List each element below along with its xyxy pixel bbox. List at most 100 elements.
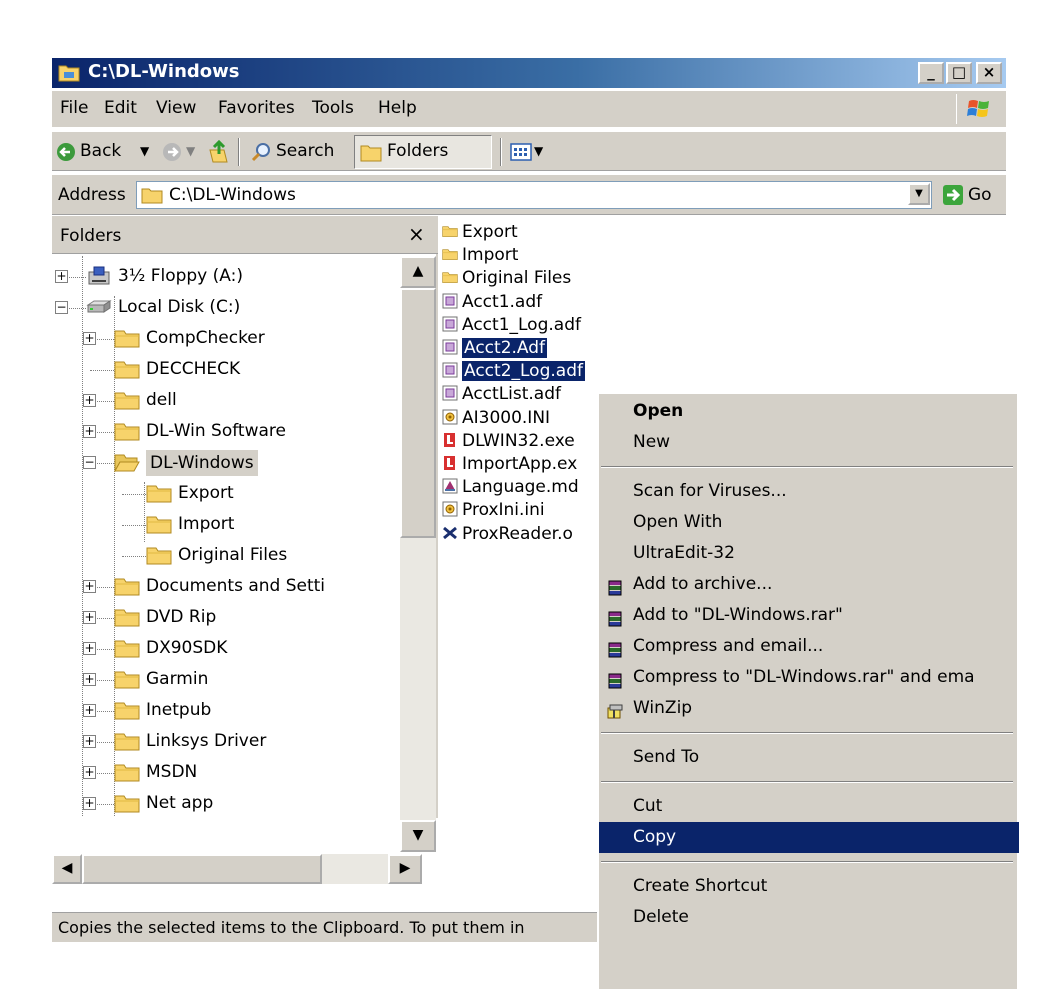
expand-icon[interactable]: + [83, 797, 96, 810]
file-name: Original Files [462, 268, 572, 289]
collapse-icon[interactable]: − [55, 301, 68, 314]
file-item[interactable]: AI3000.INI [442, 408, 550, 431]
menu-item-add-to-dl-windows-rar[interactable]: Add to "DL-Windows.rar" [599, 600, 1019, 631]
tree-item[interactable]: + dell [52, 386, 400, 417]
expand-icon[interactable]: + [83, 704, 96, 717]
file-item[interactable]: Acct2.Adf [442, 338, 548, 361]
back-dropdown-arrow-icon[interactable]: ▼ [140, 144, 149, 158]
forward-arrow-icon[interactable] [162, 142, 182, 162]
menu-item-winzip[interactable]: WinZip [599, 693, 1019, 724]
tree-vertical-scrollbar[interactable]: ▲ ▼ [400, 256, 436, 852]
expand-icon[interactable]: + [83, 394, 96, 407]
expand-icon[interactable]: + [83, 642, 96, 655]
menu-item-label: Add to archive... [633, 574, 773, 594]
go-arrow-icon[interactable] [942, 184, 964, 206]
menu-item-ultraedit-32[interactable]: UltraEdit-32 [599, 538, 1019, 569]
menu-view[interactable]: View [156, 98, 196, 118]
file-item[interactable]: Acct2_Log.adf [442, 361, 585, 384]
menu-item-send-to[interactable]: Send To [599, 742, 1019, 773]
tree-item[interactable]: + Inetpub [52, 696, 400, 727]
go-button[interactable]: Go [968, 185, 992, 205]
menu-item-scan-for-viruses[interactable]: Scan for Viruses... [599, 476, 1019, 507]
folder-icon [114, 576, 140, 596]
tree-item[interactable]: +3½ Floppy (A:) [52, 262, 400, 293]
tree-item[interactable]: + Net app [52, 789, 400, 818]
expand-icon[interactable]: + [83, 766, 96, 779]
menu-item-copy[interactable]: Copy [599, 822, 1019, 853]
tree-item-label: 3½ Floppy (A:) [118, 266, 243, 286]
address-input[interactable]: C:\DL-Windows ▼ [136, 181, 932, 209]
file-item[interactable]: Import [442, 245, 518, 268]
collapse-icon[interactable]: − [83, 456, 96, 469]
tree-item[interactable]: Export [52, 479, 400, 510]
close-button[interactable]: × [976, 62, 1002, 84]
scroll-thumb-horizontal[interactable] [82, 854, 322, 884]
menu-item-open-with[interactable]: Open With [599, 507, 1019, 538]
tree-item[interactable]: + CompChecker [52, 324, 400, 355]
expand-icon[interactable]: + [55, 270, 68, 283]
folders-button[interactable]: Folders [354, 135, 492, 169]
scroll-left-arrow-icon[interactable]: ◀ [52, 854, 82, 884]
views-icon[interactable] [510, 142, 532, 162]
file-item[interactable]: DLWIN32.exe [442, 431, 575, 454]
tree-horizontal-scrollbar[interactable]: ◀ ▶ [52, 854, 422, 884]
menu-edit[interactable]: Edit [104, 98, 137, 118]
file-item[interactable]: AcctList.adf [442, 384, 561, 407]
folder-icon [114, 607, 140, 627]
menu-favorites[interactable]: Favorites [218, 98, 295, 118]
expand-icon[interactable]: + [83, 735, 96, 748]
file-name: ProxReader.o [462, 523, 573, 544]
file-item[interactable]: Original Files [442, 268, 571, 291]
address-dropdown-button[interactable]: ▼ [908, 183, 930, 205]
tree-item[interactable]: + Documents and Setti [52, 572, 400, 603]
menu-item-compress-to-dl-windows-rar-and-ema[interactable]: Compress to "DL-Windows.rar" and ema [599, 662, 1019, 693]
expand-icon[interactable]: + [83, 611, 96, 624]
minimize-button[interactable]: _ [918, 62, 944, 84]
tree-item[interactable]: Import [52, 510, 400, 541]
search-button[interactable]: Search [276, 141, 334, 161]
file-item[interactable]: Acct1_Log.adf [442, 315, 581, 338]
menu-help[interactable]: Help [378, 98, 417, 118]
back-button[interactable]: Back [80, 141, 121, 161]
menu-item-create-shortcut[interactable]: Create Shortcut [599, 871, 1019, 902]
forward-dropdown-arrow-icon[interactable]: ▼ [186, 144, 195, 158]
file-item[interactable]: Acct1.adf [442, 292, 542, 315]
menu-item-add-to-archive[interactable]: Add to archive... [599, 569, 1019, 600]
menu-tools[interactable]: Tools [312, 98, 354, 118]
tree-item[interactable]: − DL-Windows [52, 448, 400, 479]
menu-item-delete[interactable]: Delete [599, 902, 1019, 933]
expand-icon[interactable]: + [83, 332, 96, 345]
file-item[interactable]: ProxIni.ini [442, 500, 545, 523]
tree-item[interactable]: + MSDN [52, 758, 400, 789]
expand-icon[interactable]: + [83, 580, 96, 593]
file-item[interactable]: ProxReader.o [442, 524, 573, 547]
views-dropdown-arrow-icon[interactable]: ▼ [534, 144, 543, 158]
menu-item-compress-and-email[interactable]: Compress and email... [599, 631, 1019, 662]
scroll-right-arrow-icon[interactable]: ▶ [388, 854, 422, 884]
tree-item[interactable]: Original Files [52, 541, 400, 572]
up-folder-icon[interactable] [208, 140, 230, 164]
file-item[interactable]: Language.md [442, 477, 579, 500]
menu-file[interactable]: File [60, 98, 88, 118]
expand-icon[interactable]: + [83, 425, 96, 438]
menu-item-new[interactable]: New [599, 427, 1019, 458]
tree-item[interactable]: + DX90SDK [52, 634, 400, 665]
close-icon[interactable]: × [408, 222, 425, 246]
menu-item-cut[interactable]: Cut [599, 791, 1019, 822]
tree-item[interactable]: + Garmin [52, 665, 400, 696]
file-item[interactable]: ImportApp.ex [442, 454, 577, 477]
file-item[interactable]: Export [442, 222, 518, 245]
tree-item[interactable]: − Local Disk (C:) [52, 293, 400, 324]
title-bar[interactable]: C:\DL-Windows _ □ × [52, 58, 1006, 88]
tree-item[interactable]: + DVD Rip [52, 603, 400, 634]
tree-item[interactable]: + Linksys Driver [52, 727, 400, 758]
scroll-thumb[interactable] [400, 288, 436, 538]
expand-icon[interactable]: + [83, 673, 96, 686]
scroll-down-arrow-icon[interactable]: ▼ [400, 820, 436, 852]
menu-item-open[interactable]: Open [599, 396, 1019, 427]
tree-item-label: Local Disk (C:) [118, 297, 241, 317]
tree-item[interactable]: + DL-Win Software [52, 417, 400, 448]
scroll-up-arrow-icon[interactable]: ▲ [400, 256, 436, 288]
tree-item[interactable]: DECCHECK [52, 355, 400, 386]
maximize-button[interactable]: □ [946, 62, 972, 84]
